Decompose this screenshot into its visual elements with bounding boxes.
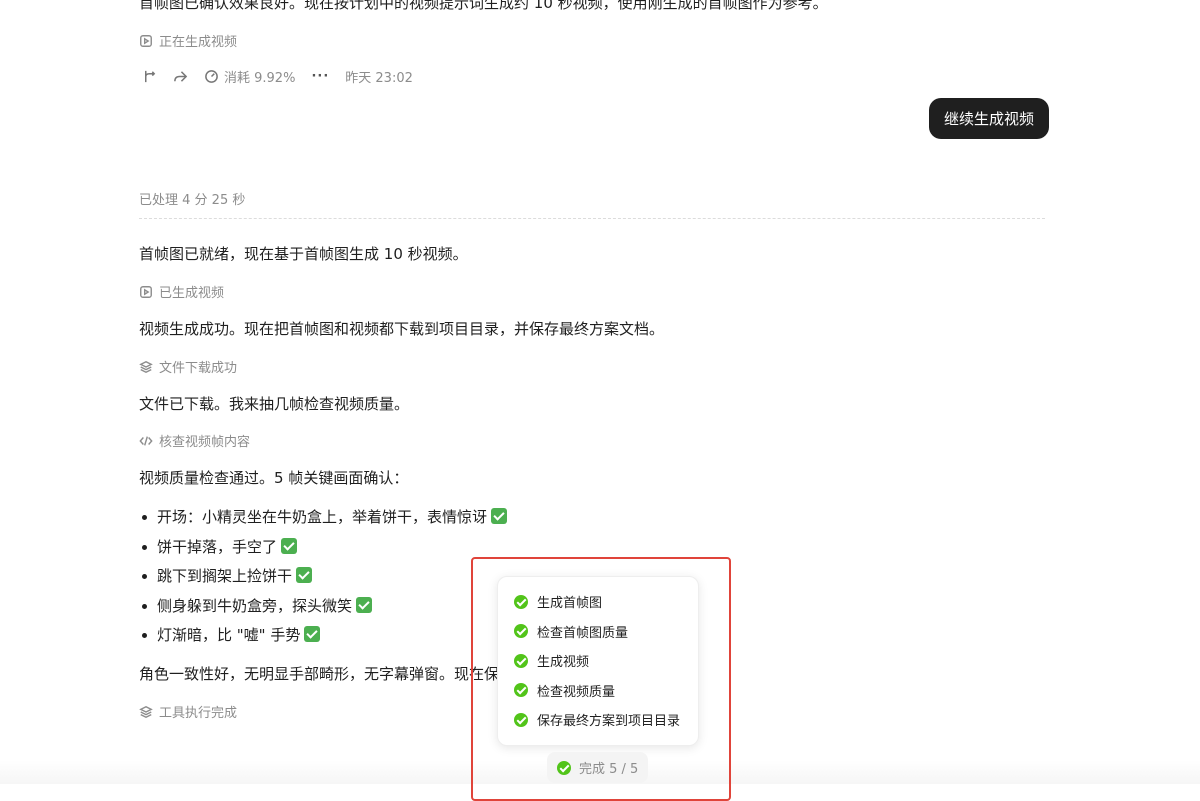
message-paragraph-top: 首帧图已确认效果良好。现在按计划中的视频提示词生成约 10 秒视频，使用刚生成的… <box>139 0 828 12</box>
message-paragraph-1: 首帧图已就绪，现在基于首帧图生成 10 秒视频。 <box>139 245 468 263</box>
task-status-label: 完成 5 / 5 <box>579 762 639 777</box>
tool-status-frame-check[interactable]: 核查视频帧内容 <box>139 431 250 450</box>
check-mark-icon <box>491 508 508 524</box>
layers-icon <box>139 705 153 718</box>
list-item: 饼干掉落，手空了 <box>139 536 507 566</box>
section-divider <box>139 218 1045 219</box>
message-paragraph-4: 视频质量检查通过。5 帧关键画面确认： <box>139 469 409 487</box>
share-button[interactable] <box>173 69 188 84</box>
consumption-indicator[interactable]: 消耗 9.92% <box>204 67 295 86</box>
task-item: 生成视频 <box>514 646 682 676</box>
tool-status-generating-video[interactable]: 正在生成视频 <box>139 31 237 50</box>
task-item: 保存最终方案到项目目录 <box>514 705 682 735</box>
code-icon <box>139 435 153 446</box>
layers-icon <box>139 360 153 373</box>
check-mark-icon <box>304 626 321 642</box>
processed-time-label[interactable]: 已处理 4 分 25 秒 <box>139 189 245 208</box>
list-item: 灯渐暗，比 "嘘" 手势 <box>139 624 507 654</box>
message-paragraph-2: 视频生成成功。现在把首帧图和视频都下载到项目目录，并保存最终方案文档。 <box>139 320 665 338</box>
list-item: 侧身躲到牛奶盒旁，探头微笑 <box>139 595 507 625</box>
check-circle-icon <box>514 683 528 698</box>
tool-status-video-generated[interactable]: 已生成视频 <box>139 282 224 301</box>
tool-status-complete[interactable]: 工具执行完成 <box>139 702 237 721</box>
tool-status-label: 工具执行完成 <box>159 706 238 721</box>
task-item: 检查视频质量 <box>514 676 682 706</box>
video-icon <box>140 285 152 298</box>
list-item: 开场：小精灵坐在牛奶盒上，举着饼干，表情惊讶 <box>139 506 508 536</box>
more-button[interactable]: ··· <box>311 69 329 84</box>
tool-status-label: 核查视频帧内容 <box>159 435 251 450</box>
consumption-label: 消耗 9.92% <box>224 71 296 86</box>
message-paragraph-3: 文件已下载。我来抽几帧检查视频质量。 <box>139 395 410 413</box>
check-circle-icon <box>514 624 528 639</box>
check-circle-icon <box>514 594 528 609</box>
keyframe-list: 开场：小精灵坐在牛奶盒上，举着饼干，表情惊讶 饼干掉落，手空了 跳下到搁架上捡饼… <box>139 506 508 654</box>
check-circle-icon <box>557 760 571 775</box>
message-paragraph-5: 角色一致性好，无明显手部畸形，无字幕弹窗。现在保存 <box>139 665 515 683</box>
branch-button[interactable] <box>142 69 157 84</box>
check-mark-icon <box>296 567 313 583</box>
gauge-icon <box>205 70 218 83</box>
tool-status-label: 正在生成视频 <box>159 35 238 50</box>
check-mark-icon <box>281 537 298 554</box>
message-meta-row: 消耗 9.92% ··· 昨天 23:02 <box>142 67 413 86</box>
tool-status-label: 已生成视频 <box>159 286 225 301</box>
message-timestamp: 昨天 23:02 <box>345 71 413 86</box>
task-progress-panel: 生成首帧图 检查首帧图质量 生成视频 检查视频质量 保存最终方案到项目目录 <box>497 576 699 746</box>
task-item: 检查首帧图质量 <box>514 617 682 647</box>
check-circle-icon <box>514 653 528 668</box>
task-status-pill[interactable]: 完成 5 / 5 <box>547 752 649 783</box>
list-item: 跳下到搁架上捡饼干 <box>139 565 507 595</box>
task-item: 生成首帧图 <box>514 587 682 617</box>
check-circle-icon <box>514 712 528 727</box>
branch-icon <box>145 70 156 83</box>
tool-status-label: 文件下载成功 <box>159 361 238 376</box>
share-icon <box>174 71 188 82</box>
video-icon <box>140 34 152 47</box>
check-mark-icon <box>356 596 373 613</box>
user-message-bubble: 继续生成视频 <box>929 98 1050 139</box>
tool-status-download[interactable]: 文件下载成功 <box>139 357 237 376</box>
